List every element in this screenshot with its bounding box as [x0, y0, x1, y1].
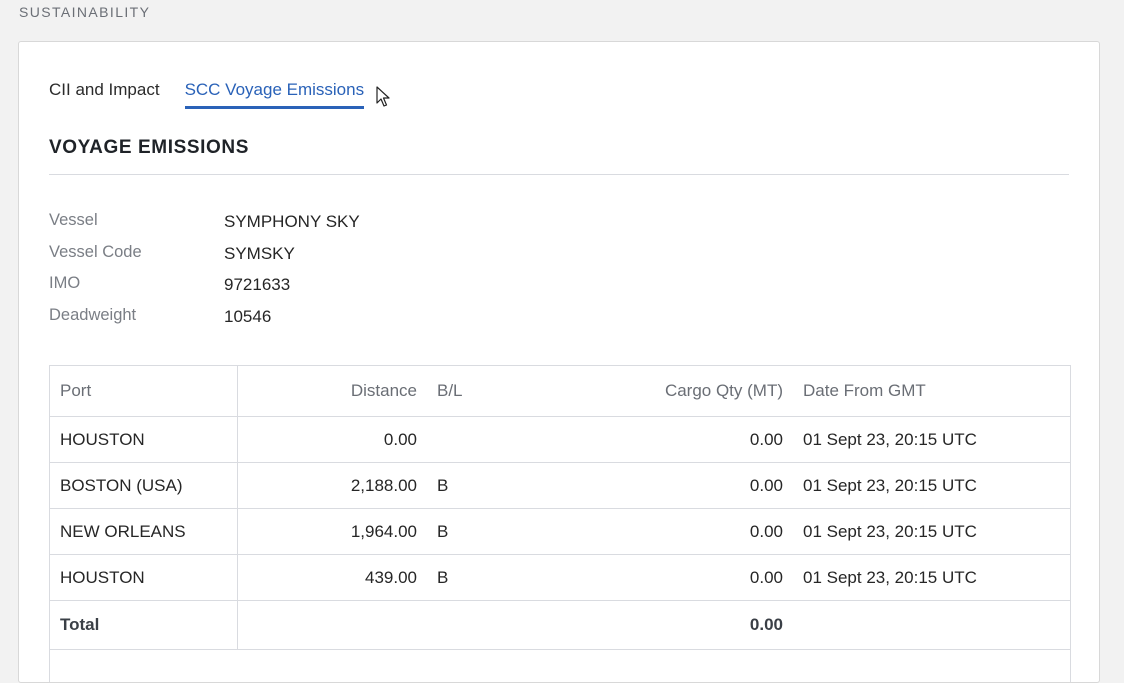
info-value: 10546: [224, 306, 272, 326]
cell-bl: B: [427, 462, 597, 509]
cell-mg: [1003, 462, 1070, 509]
cell-cargo-qty: 0.00: [597, 508, 793, 555]
emissions-table-container[interactable]: Port Distance B/L Cargo Qty (MT) Date Fr…: [49, 365, 1071, 682]
cell-bl: [427, 416, 597, 463]
column-header-cargo-qty[interactable]: Cargo Qty (MT): [597, 366, 793, 417]
cell-bl: [427, 600, 597, 650]
cell-distance: 1,964.00: [237, 508, 427, 555]
cell-date: 01 Sept 23, 20:15 UTC: [793, 508, 1003, 555]
tab-cii-and-impact[interactable]: CII and Impact: [49, 80, 160, 106]
cell-port: HOUSTON: [50, 554, 238, 601]
info-row-imo: IMO 9721633: [49, 268, 360, 300]
column-header-date-from-gmt[interactable]: Date From GMT: [793, 366, 1003, 417]
info-label: IMO: [49, 274, 81, 293]
cell-distance: 439.00: [237, 554, 427, 601]
cell-date: 01 Sept 23, 20:15 UTC: [793, 462, 1003, 509]
cell-date: 01 Sept 23, 20:15 UTC: [793, 554, 1003, 601]
table-row: NEW ORLEANS 1,964.00 B 0.00 01 Sept 23, …: [50, 508, 1070, 555]
column-header-mg[interactable]: MG: [1003, 366, 1070, 417]
cell-mg: [1003, 508, 1070, 555]
cell-mg: [1003, 600, 1070, 650]
cell-distance: [237, 600, 427, 650]
table-row: HOUSTON 0.00 0.00 01 Sept 23, 20:15 UTC: [50, 416, 1070, 463]
info-row-vessel-code: Vessel Code SYMSKY: [49, 237, 360, 269]
info-label: Vessel Code: [49, 242, 142, 261]
sustainability-card: CII and Impact SCC Voyage Emissions VOYA…: [18, 41, 1100, 683]
column-header-distance[interactable]: Distance: [237, 366, 427, 417]
cell-bl: B: [427, 508, 597, 555]
cell-port: HOUSTON: [50, 416, 238, 463]
info-label: Vessel: [49, 211, 98, 230]
info-value: SYMSKY: [224, 243, 295, 263]
info-value: 9721633: [224, 275, 291, 295]
vessel-info: Vessel SYMPHONY SKY Vessel Code SYMSKY I…: [49, 205, 360, 331]
cell-date: 01 Sept 23, 20:15 UTC: [793, 416, 1003, 463]
total-cargo-qty: 0.00: [597, 600, 793, 650]
info-value: SYMPHONY SKY: [224, 212, 360, 232]
cell-distance: 2,188.00: [237, 462, 427, 509]
table-header-row: Port Distance B/L Cargo Qty (MT) Date Fr…: [50, 366, 1070, 417]
cell-date: [793, 600, 1003, 650]
heading-divider: [49, 174, 1069, 175]
column-header-bl[interactable]: B/L: [427, 366, 597, 417]
table-row: BOSTON (USA) 2,188.00 B 0.00 01 Sept 23,…: [50, 462, 1070, 509]
emissions-table: Port Distance B/L Cargo Qty (MT) Date Fr…: [50, 366, 1070, 650]
info-row-vessel: Vessel SYMPHONY SKY: [49, 205, 360, 237]
voyage-emissions-heading: VOYAGE EMISSIONS: [49, 137, 250, 158]
cell-mg: [1003, 554, 1070, 601]
total-label: Total: [50, 600, 238, 650]
info-label: Deadweight: [49, 305, 137, 324]
cell-mg: [1003, 416, 1070, 463]
table-total-row: Total 0.00: [50, 600, 1070, 650]
cell-distance: 0.00: [237, 416, 427, 463]
section-title: SUSTAINABILITY: [19, 4, 151, 20]
column-header-port[interactable]: Port: [50, 366, 238, 417]
tab-bar: CII and Impact SCC Voyage Emissions: [49, 80, 364, 109]
cell-port: NEW ORLEANS: [50, 508, 238, 555]
cell-port: BOSTON (USA): [50, 462, 238, 509]
tab-scc-voyage-emissions[interactable]: SCC Voyage Emissions: [184, 80, 364, 109]
table-row: HOUSTON 439.00 B 0.00 01 Sept 23, 20:15 …: [50, 554, 1070, 601]
mouse-pointer-icon: [376, 86, 390, 107]
cell-cargo-qty: 0.00: [597, 554, 793, 601]
cell-bl: B: [427, 554, 597, 601]
info-row-deadweight: Deadweight 10546: [49, 300, 360, 332]
cell-cargo-qty: 0.00: [597, 462, 793, 509]
cell-cargo-qty: 0.00: [597, 416, 793, 463]
